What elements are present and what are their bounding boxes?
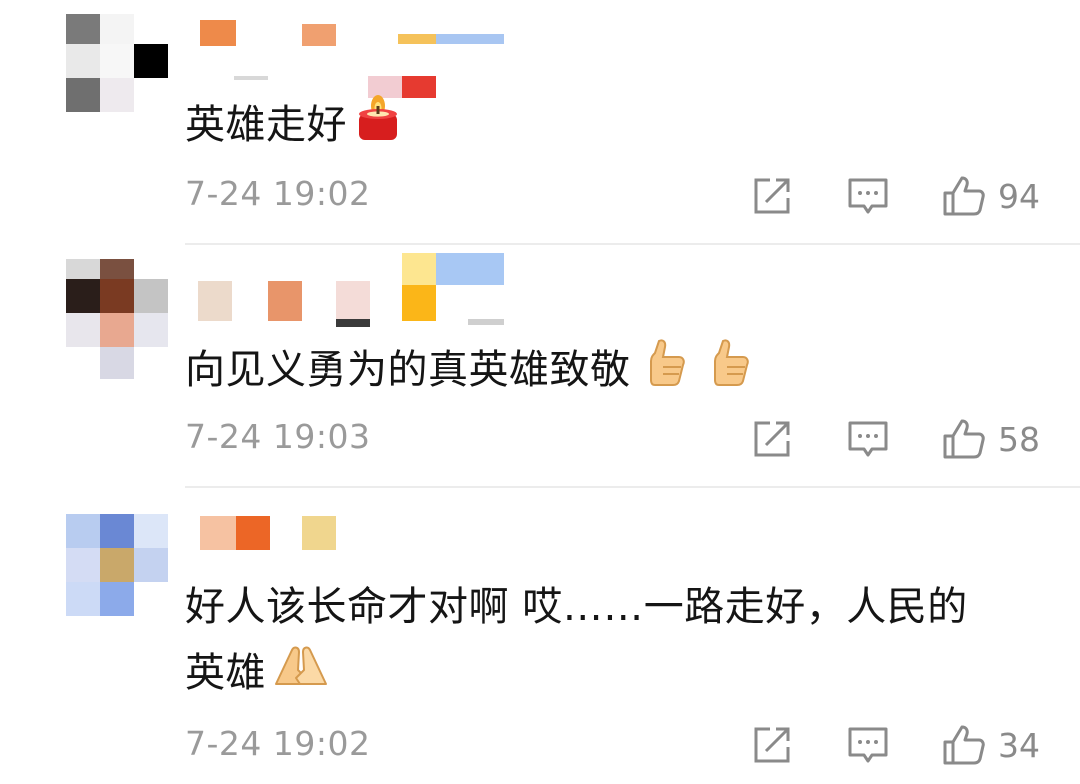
like-icon[interactable]	[942, 723, 986, 767]
timestamp: 7-24 19:02	[185, 174, 371, 213]
avatar[interactable]	[66, 14, 168, 116]
comment-icon[interactable]	[846, 723, 890, 767]
share-icon[interactable]	[750, 174, 794, 218]
comment-text: 英雄走好	[185, 92, 1045, 162]
username-blurred[interactable]	[198, 514, 518, 574]
like-count: 34	[998, 725, 1040, 765]
comment-text-content: 英雄走好	[185, 102, 347, 148]
share-icon[interactable]	[750, 723, 794, 767]
comment-item-1: 英雄走好 7-24 19:02 94	[0, 0, 1080, 244]
thumbs-up-emoji	[707, 337, 751, 407]
username-blurred[interactable]	[198, 18, 518, 98]
pray-hands-emoji	[272, 644, 330, 706]
timestamp: 7-24 19:02	[185, 724, 371, 763]
comment-item-3: 好人该长命才对啊 哎……一路走好，人民的 英雄 7-24 19:02 34	[0, 488, 1080, 784]
action-bar: 94	[750, 171, 1042, 221]
like-icon[interactable]	[942, 174, 986, 218]
action-bar: 58	[750, 414, 1042, 464]
share-icon[interactable]	[750, 417, 794, 461]
like-count: 58	[998, 419, 1040, 459]
comment-item-2: 向见义勇为的真英雄致敬 7-24 19:03 58	[0, 245, 1080, 487]
comment-text-content: 向见义勇为的真英雄致敬	[185, 347, 631, 393]
candle-emoji	[355, 92, 401, 162]
avatar[interactable]	[66, 514, 168, 616]
comment-icon[interactable]	[846, 417, 890, 461]
thumbs-up-emoji	[643, 337, 687, 407]
username-blurred[interactable]	[198, 251, 518, 327]
comment-text-line-1: 好人该长命才对啊 哎……一路走好，人民的	[185, 584, 968, 630]
avatar[interactable]	[66, 259, 168, 379]
like-count: 94	[998, 176, 1040, 216]
like-icon[interactable]	[942, 417, 986, 461]
comment-text: 好人该长命才对啊 哎……一路走好，人民的 英雄	[185, 576, 1045, 706]
action-bar: 34	[750, 720, 1042, 770]
comment-text-content: 英雄	[185, 650, 266, 696]
comment-text-line-2: 英雄	[185, 642, 1045, 706]
timestamp: 7-24 19:03	[185, 417, 371, 456]
comment-text: 向见义勇为的真英雄致敬	[185, 337, 1045, 407]
comment-icon[interactable]	[846, 174, 890, 218]
